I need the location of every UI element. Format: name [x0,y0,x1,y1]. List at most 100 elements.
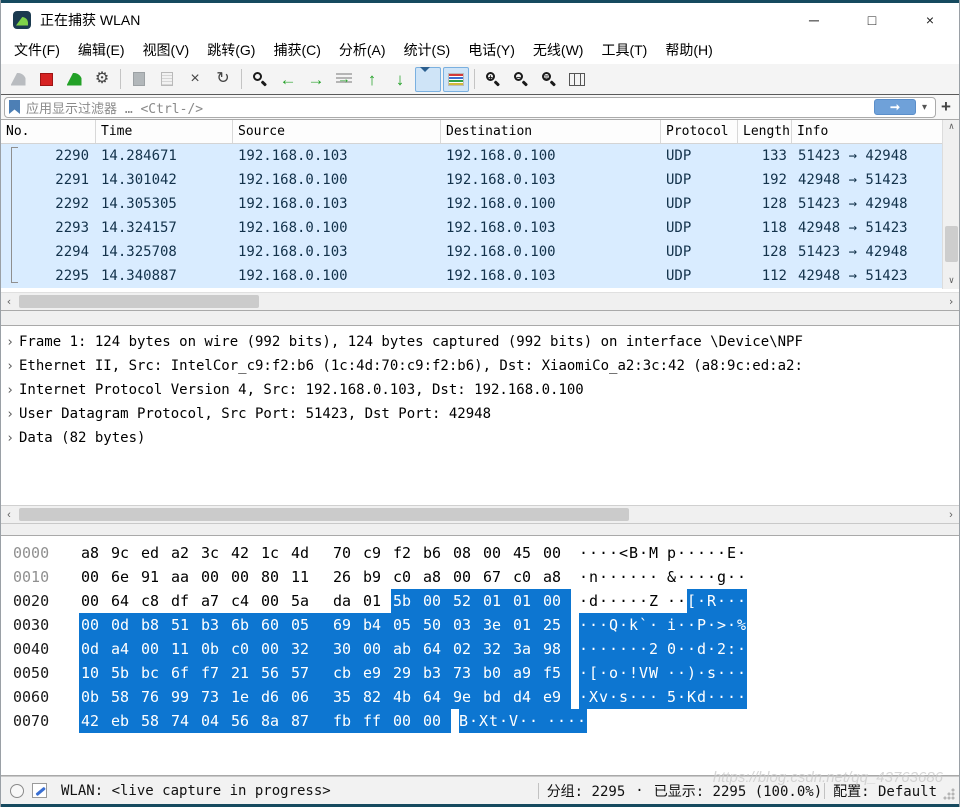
menu-item-6[interactable]: 分析(A) [330,36,395,64]
hex-byte[interactable]: 00 [229,565,259,589]
ascii-char[interactable]: · [667,661,677,685]
ascii-char[interactable]: · [469,709,479,733]
hex-byte[interactable]: 00 [139,637,169,661]
ascii-char[interactable]: ) [687,661,697,685]
ascii-char[interactable]: 0 [667,637,677,661]
ascii-char[interactable]: · [707,613,717,637]
hex-byte[interactable]: 30 [331,637,361,661]
ascii-char[interactable]: · [707,685,717,709]
ascii-char[interactable]: · [619,589,629,613]
hex-byte[interactable]: c9 [361,541,391,565]
protocol-tree-item[interactable]: › User Datagram Protocol, Src Port: 51423… [1,402,959,426]
ascii-char[interactable]: s [707,661,717,685]
menu-item-4[interactable]: 跳转(G) [198,36,264,64]
expand-arrow-icon[interactable]: › [1,359,19,374]
scroll-right-arrow-icon[interactable]: › [943,506,959,524]
hex-byte[interactable]: b9 [361,565,391,589]
ascii-char[interactable]: Q [609,613,619,637]
hex-byte[interactable]: b0 [481,661,511,685]
ascii-char[interactable]: · [599,613,609,637]
hex-byte[interactable]: 4d [289,541,331,565]
display-filter-input[interactable]: 应用显示过滤器 … <Ctrl-/> ➞ ▾ [4,96,936,118]
ascii-char[interactable]: g [717,565,727,589]
ascii-char[interactable]: · [599,565,609,589]
hex-byte[interactable]: 6e [109,565,139,589]
ascii-char[interactable]: · [649,613,667,637]
hex-byte[interactable]: 01 [511,613,541,637]
pane-splitter[interactable] [1,523,959,535]
ascii-char[interactable]: · [579,637,589,661]
hex-byte[interactable]: d4 [511,685,541,709]
hex-byte[interactable]: 01 [511,589,541,613]
ascii-char[interactable]: · [677,565,687,589]
hex-byte[interactable]: 00 [421,589,451,613]
hex-row[interactable]: 0030 00 0d b8 51 b3 6b 60 05 69 b4 05 50 03 3e 01 25 · · · Q… [1,613,959,637]
table-row[interactable]: 2295 14.340887 192.168.0.100 192.168.0.103 U… [1,264,959,288]
hex-byte[interactable]: 42 [229,541,259,565]
vertical-scroll-thumb[interactable] [945,226,958,262]
scroll-up-arrow-icon[interactable]: ∧ [943,120,960,135]
ascii-char[interactable]: · [737,661,747,685]
hex-byte[interactable]: 8a [259,709,289,733]
hex-byte[interactable]: 67 [481,565,511,589]
zoom-in-button[interactable]: + [480,67,506,92]
ascii-char[interactable]: · [499,709,509,733]
hex-byte[interactable]: a8 [541,565,571,589]
hex-byte[interactable]: 9c [109,541,139,565]
hex-byte[interactable]: 50 [421,613,451,637]
hex-byte[interactable]: 6b [229,613,259,637]
ascii-char[interactable]: · [639,589,649,613]
ascii-char[interactable]: · [599,589,609,613]
hex-byte[interactable]: 91 [139,565,169,589]
hex-byte[interactable]: 00 [541,589,571,613]
hex-byte[interactable]: 11 [289,565,331,589]
menu-item-2[interactable]: 编辑(E) [69,36,134,64]
ascii-char[interactable]: · [577,709,587,733]
menu-item-5[interactable]: 捕获(C) [264,36,329,64]
hex-byte[interactable]: a4 [109,637,139,661]
hex-byte[interactable]: c0 [229,637,259,661]
ascii-char[interactable]: < [619,541,629,565]
hex-byte[interactable]: 56 [229,709,259,733]
ascii-char[interactable]: · [707,565,717,589]
hex-byte[interactable]: 6f [169,661,199,685]
ascii-char[interactable]: · [677,661,687,685]
hex-row[interactable]: 0070 42 eb 58 74 04 56 8a 87 fb ff 00 00 B · Xt · V · · · · · · [1,709,959,733]
ascii-char[interactable]: · [717,541,727,565]
protocol-tree-item[interactable]: › Ethernet II, Src: IntelCor_c9:f2:b6 (1c… [1,354,959,378]
go-forward-button[interactable]: → [303,67,329,92]
expand-arrow-icon[interactable]: › [1,335,19,350]
ascii-char[interactable]: · [717,685,727,709]
open-file-button[interactable] [126,67,152,92]
hex-byte[interactable]: 11 [169,637,199,661]
protocol-tree-item[interactable]: › Internet Protocol Version 4, Src: 192.1… [1,378,959,402]
column-header-time[interactable]: Time [96,120,233,143]
ascii-char[interactable]: · [609,589,619,613]
hex-byte[interactable]: 64 [109,589,139,613]
close-button[interactable]: × [901,3,959,36]
ascii-char[interactable]: · [667,589,677,613]
hex-byte[interactable]: cb [331,661,361,685]
save-file-button[interactable] [154,67,180,92]
table-row[interactable]: 2291 14.301042 192.168.0.100 192.168.0.103 U… [1,168,959,192]
ascii-char[interactable]: M [649,541,667,565]
ascii-char[interactable]: · [579,613,589,637]
hex-byte[interactable]: f7 [199,661,229,685]
hex-byte[interactable]: 9e [451,685,481,709]
scroll-down-arrow-icon[interactable]: ∨ [943,274,960,289]
resize-columns-button[interactable] [564,67,590,92]
menu-item-1[interactable]: 文件(F) [5,36,69,64]
hex-row[interactable]: 0050 10 5b bc 6f f7 21 56 57 cb e9 29 b3 73 b0 a9 f5 ·[· o… [1,661,959,685]
ascii-char[interactable]: · [727,661,737,685]
hex-byte[interactable]: 82 [361,685,391,709]
hex-byte[interactable]: 73 [199,685,229,709]
hex-byte[interactable]: 1e [229,685,259,709]
hex-byte[interactable]: 32 [481,637,511,661]
column-header-info[interactable]: Info [792,120,959,143]
apply-filter-button[interactable]: ➞ [873,99,916,115]
hex-byte[interactable]: 29 [391,661,421,685]
ascii-char[interactable]: · [639,685,649,709]
hex-byte[interactable]: a8 [421,565,451,589]
hex-byte[interactable]: 05 [391,613,421,637]
protocol-tree-item[interactable]: › Frame 1: 124 bytes on wire (992 bits), … [1,330,959,354]
